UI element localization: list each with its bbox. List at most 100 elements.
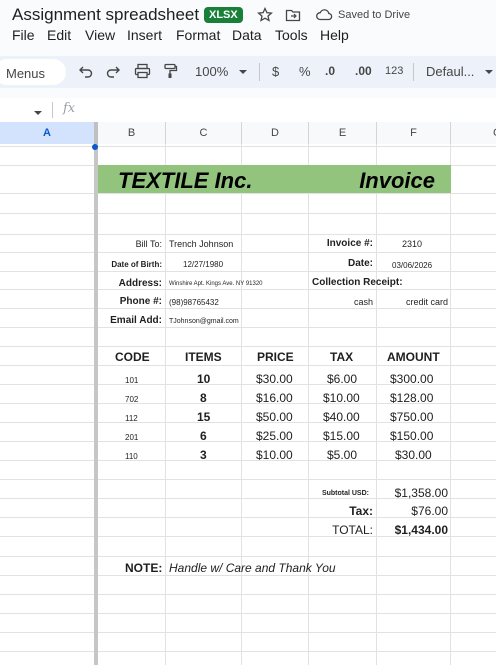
- cloud-saved-icon: [315, 7, 333, 23]
- menu-insert[interactable]: Insert: [127, 27, 162, 43]
- column-gridline: [241, 144, 242, 665]
- phone-value: (98)98765432: [169, 298, 219, 307]
- row-price: $16.00: [256, 391, 293, 405]
- menu-view[interactable]: View: [85, 27, 115, 43]
- row-gridline: [0, 213, 496, 214]
- dob-label: Date of Birth:: [111, 260, 162, 269]
- row-amount: $30.00: [395, 448, 432, 462]
- menu-help[interactable]: Help: [320, 27, 349, 43]
- column-header-f[interactable]: F: [377, 122, 451, 144]
- more-formats-button[interactable]: 123: [385, 65, 403, 77]
- date-value: 03/06/2026: [392, 261, 433, 270]
- row-gridline: [0, 234, 496, 235]
- menu-edit[interactable]: Edit: [47, 27, 71, 43]
- selection-handle[interactable]: [92, 144, 98, 150]
- column-gridline: [450, 144, 451, 665]
- header-price: PRICE: [257, 350, 294, 364]
- column-header-d[interactable]: D: [242, 122, 309, 144]
- column-header-a[interactable]: A: [0, 122, 95, 144]
- save-status: Saved to Drive: [338, 9, 411, 21]
- tax-total-value: $76.00: [411, 504, 448, 518]
- print-icon[interactable]: [134, 63, 151, 82]
- note-value: Handle w/ Care and Thank You: [169, 561, 336, 575]
- currency-format-button[interactable]: $: [272, 64, 279, 79]
- search-menus-button[interactable]: Menus: [0, 59, 66, 85]
- frozen-column-divider[interactable]: [94, 144, 98, 665]
- spreadsheet-grid[interactable]: TEXTILE Inc. Invoice Bill To: Trench Joh…: [0, 144, 496, 665]
- invoice-header-banner: TEXTILE Inc. Invoice: [98, 165, 451, 193]
- menu-file[interactable]: File: [12, 27, 35, 43]
- menu-bar: File Edit View Insert Format Data Tools …: [0, 26, 496, 46]
- row-gridline: [0, 632, 496, 633]
- row-code: 110: [125, 452, 138, 461]
- column-header-b[interactable]: B: [98, 122, 166, 144]
- font-chevron-down-icon[interactable]: [484, 65, 494, 80]
- row-tax: $6.00: [327, 372, 358, 386]
- formula-divider: [52, 102, 53, 118]
- header-code: CODE: [115, 350, 150, 364]
- header-items: ITEMS: [185, 350, 222, 364]
- row-amount: $128.00: [390, 391, 434, 405]
- row-price: $50.00: [256, 410, 293, 424]
- row-amount: $750.00: [390, 410, 434, 424]
- zoom-select[interactable]: 100%: [195, 64, 228, 79]
- menu-format[interactable]: Format: [176, 27, 220, 43]
- font-select[interactable]: Defaul...: [426, 64, 474, 79]
- receipt-cash: cash: [353, 297, 373, 307]
- row-price: $10.00: [256, 448, 293, 462]
- row-gridline: [0, 594, 496, 595]
- row-tax: $40.00: [323, 410, 360, 424]
- row-gridline: [0, 289, 496, 290]
- zoom-chevron-down-icon[interactable]: [238, 65, 248, 80]
- menu-data[interactable]: Data: [232, 27, 262, 43]
- company-name: TEXTILE Inc.: [118, 168, 253, 193]
- document-title[interactable]: Assignment spreadsheet: [12, 5, 199, 25]
- file-format-badge: XLSX: [204, 7, 243, 23]
- header-amount: AMOUNT: [387, 350, 440, 364]
- increase-decimal-button[interactable]: .00: [355, 64, 372, 78]
- grand-total-value: $1,434.00: [394, 523, 448, 537]
- toolbar: Menus 100% $ % .0 .00 123 Defaul...: [0, 56, 496, 88]
- column-header-g[interactable]: G: [451, 122, 496, 144]
- row-gridline: [0, 575, 496, 576]
- column-header-e[interactable]: E: [309, 122, 377, 144]
- paint-format-icon[interactable]: [162, 63, 178, 82]
- decrease-decimal-button[interactable]: .0: [325, 64, 335, 78]
- star-icon[interactable]: [257, 6, 273, 23]
- dob-value: 12/27/1980: [183, 260, 224, 269]
- redo-icon[interactable]: [105, 63, 121, 82]
- subtotal-value: $1,358.00: [394, 486, 448, 500]
- row-code: 201: [125, 433, 139, 442]
- row-tax: $15.00: [323, 429, 360, 443]
- row-gridline: [0, 479, 496, 480]
- row-gridline: [0, 308, 496, 309]
- header-tax: TAX: [330, 350, 354, 364]
- email-value: TJohnson@gmail.com: [169, 318, 239, 325]
- menu-tools[interactable]: Tools: [275, 27, 308, 43]
- row-items: 6: [200, 429, 207, 443]
- invoice-number-label: Invoice #:: [326, 238, 373, 249]
- row-price: $25.00: [256, 429, 293, 443]
- formula-bar: fx: [0, 98, 496, 123]
- toolbar-divider: [413, 63, 414, 81]
- function-icon: fx: [63, 101, 76, 116]
- move-to-folder-icon[interactable]: [285, 7, 301, 23]
- bill-to-label: Bill To:: [135, 239, 162, 249]
- column-header-c[interactable]: C: [166, 122, 242, 144]
- row-items: 15: [197, 410, 211, 424]
- row-gridline: [0, 327, 496, 328]
- address-value: Winshire Apt. Kings Ave. NY 91320: [169, 281, 263, 287]
- row-tax: $5.00: [327, 448, 358, 462]
- row-amount: $300.00: [390, 372, 434, 386]
- document-type: Invoice: [359, 168, 435, 193]
- row-gridline: [0, 346, 496, 347]
- name-box-chevron-down-icon[interactable]: [33, 105, 43, 123]
- subtotal-label: Subtotal USD:: [321, 490, 369, 497]
- row-gridline: [0, 146, 496, 147]
- grand-total-label: TOTAL:: [332, 523, 373, 537]
- row-gridline: [0, 252, 496, 253]
- percent-format-button[interactable]: %: [299, 64, 311, 79]
- row-code: 112: [125, 414, 138, 423]
- bill-to-value: Trench Johnson: [169, 239, 234, 249]
- undo-icon[interactable]: [78, 63, 94, 82]
